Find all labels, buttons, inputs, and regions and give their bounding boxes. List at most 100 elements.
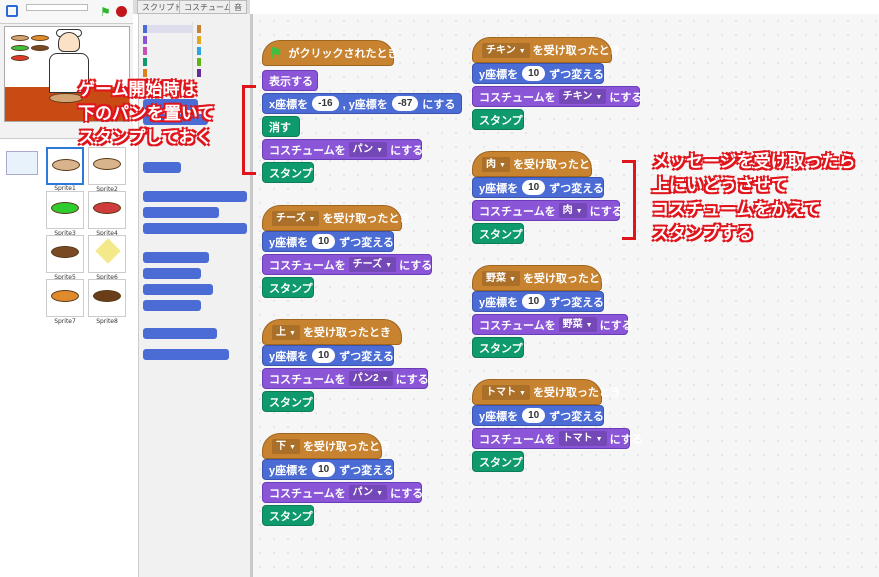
costume-dropdown[interactable]: 野菜 ▼ [558, 317, 597, 332]
block-label: ずつ変える [339, 350, 394, 363]
when-receive-block[interactable]: 上 ▼ を受け取ったとき [262, 319, 402, 345]
stamp-block[interactable]: スタンプ [472, 337, 524, 358]
when-receive-block[interactable]: 肉 ▼ を受け取ったとき [472, 151, 601, 177]
stamp-block[interactable]: スタンプ [262, 391, 314, 412]
costume-dropdown[interactable]: トマト ▼ [558, 431, 607, 446]
block-label: スタンプ [269, 396, 313, 409]
costume-dropdown[interactable]: チキン ▼ [558, 89, 607, 104]
palette-block[interactable] [143, 252, 209, 263]
category-more[interactable] [197, 69, 247, 77]
y-input[interactable]: -87 [391, 96, 419, 111]
sprite-thumb[interactable]: Sprite8 [88, 279, 126, 325]
change-y-block[interactable]: y座標を 10 ずつ変える [262, 459, 394, 480]
go-to-xy-block[interactable]: x座標を -16 , y座標を -87 にする [262, 93, 462, 114]
y-change-input[interactable]: 10 [522, 66, 546, 81]
category-looks[interactable] [143, 36, 192, 44]
stamp-block[interactable]: スタンプ [262, 162, 314, 183]
message-dropdown[interactable]: 下 ▼ [272, 438, 300, 454]
palette-block[interactable] [143, 162, 181, 173]
tab-sounds[interactable]: 音 [229, 0, 247, 14]
change-y-block[interactable]: y座標を 10 ずつ変える [472, 177, 604, 198]
change-y-block[interactable]: y座標を 10 ずつ変える [262, 345, 394, 366]
block-label: y座標を [479, 68, 519, 81]
message-dropdown[interactable]: チキン ▼ [482, 42, 530, 58]
stage-thumbnail[interactable] [6, 151, 38, 175]
stop-icon[interactable] [116, 6, 127, 17]
stamp-block[interactable]: スタンプ [472, 109, 524, 130]
y-change-input[interactable]: 10 [312, 234, 336, 249]
switch-costume-block[interactable]: コスチュームを トマト ▼ にする [472, 428, 643, 449]
show-block[interactable]: 表示する [262, 70, 318, 91]
palette-block[interactable] [143, 268, 201, 279]
when-receive-block[interactable]: 野菜 ▼ を受け取ったとき [472, 265, 611, 291]
when-receive-block[interactable]: トマト ▼ を受け取ったとき [472, 379, 621, 405]
switch-costume-block[interactable]: コスチュームを パン ▼ にする [262, 139, 423, 160]
category-sound[interactable] [143, 47, 192, 55]
fullscreen-icon[interactable] [6, 5, 18, 17]
switch-costume-block[interactable]: コスチュームを チキン ▼ にする [472, 86, 642, 107]
category-control[interactable] [197, 36, 247, 44]
editor-tabs: スクリプト コスチューム 音 [133, 0, 250, 14]
change-y-block[interactable]: y座標を 10 ずつ変える [472, 291, 604, 312]
switch-costume-block[interactable]: コスチュームを チーズ ▼ にする [262, 254, 432, 275]
palette-block[interactable] [143, 223, 247, 234]
clear-block[interactable]: 消す [262, 116, 300, 137]
stamp-block[interactable]: スタンプ [262, 277, 314, 298]
category-data[interactable] [143, 69, 192, 77]
message-dropdown[interactable]: トマト ▼ [482, 384, 530, 400]
project-title-input[interactable] [26, 4, 88, 11]
stamp-block[interactable]: スタンプ [472, 451, 524, 472]
green-flag-icon[interactable]: ⚑ [100, 5, 111, 19]
category-sensing[interactable] [197, 47, 247, 55]
costume-dropdown[interactable]: パン2 ▼ [348, 371, 393, 386]
sprite-thumb[interactable]: Sprite4 [88, 191, 126, 237]
switch-costume-block[interactable]: コスチュームを パン2 ▼ にする [262, 368, 429, 389]
when-flag-clicked-block[interactable]: ⚑ がクリックされたとき [262, 40, 398, 66]
sprite-thumb[interactable]: Sprite2 [88, 147, 126, 193]
stamp-block[interactable]: スタンプ [472, 223, 524, 244]
change-y-block[interactable]: y座標を 10 ずつ変える [472, 63, 604, 84]
category-motion[interactable] [143, 25, 192, 33]
x-input[interactable]: -16 [312, 96, 339, 111]
sprite-thumb[interactable]: Sprite7 [46, 279, 84, 325]
message-dropdown[interactable]: 肉 ▼ [482, 156, 510, 172]
category-events[interactable] [197, 25, 247, 33]
palette-block[interactable] [143, 207, 219, 218]
costume-dropdown[interactable]: 肉 ▼ [558, 203, 587, 218]
palette-block[interactable] [143, 284, 213, 295]
y-change-input[interactable]: 10 [522, 180, 546, 195]
sprite-thumb[interactable]: Sprite3 [46, 191, 84, 237]
switch-costume-block[interactable]: コスチュームを パン ▼ にする [262, 482, 423, 503]
block-label: ずつ変える [549, 68, 604, 81]
block-label: , y座標を [342, 98, 388, 111]
palette-block[interactable] [143, 349, 229, 360]
block-label: コスチュームを [479, 91, 556, 104]
costume-dropdown[interactable]: チーズ ▼ [348, 257, 397, 272]
sprite-thumb[interactable]: Sprite5 [46, 235, 84, 281]
palette-block[interactable] [143, 328, 217, 339]
y-change-input[interactable]: 10 [312, 348, 336, 363]
costume-dropdown[interactable]: パン ▼ [348, 142, 388, 157]
change-y-block[interactable]: y座標を 10 ずつ変える [262, 231, 394, 252]
when-receive-block[interactable]: 下 ▼ を受け取ったとき [262, 433, 391, 459]
y-change-input[interactable]: 10 [522, 408, 546, 423]
y-change-input[interactable]: 10 [312, 462, 336, 477]
stamp-block[interactable]: スタンプ [262, 505, 314, 526]
category-pen[interactable] [143, 58, 192, 66]
y-change-input[interactable]: 10 [522, 294, 546, 309]
palette-block[interactable] [143, 191, 247, 202]
when-receive-block[interactable]: チーズ ▼ を受け取ったとき [262, 205, 410, 231]
message-dropdown[interactable]: チーズ ▼ [272, 210, 320, 226]
sprite-thumb[interactable]: Sprite1 [46, 147, 84, 192]
palette-block[interactable] [143, 300, 201, 311]
switch-costume-block[interactable]: コスチュームを肉 ▼ にする [472, 200, 623, 221]
category-operators[interactable] [197, 58, 247, 66]
message-dropdown[interactable]: 野菜 ▼ [482, 270, 520, 286]
costume-dropdown[interactable]: パン ▼ [348, 485, 388, 500]
message-dropdown[interactable]: 上 ▼ [272, 324, 300, 340]
block-label: スタンプ [479, 114, 523, 127]
sprite-thumb[interactable]: Sprite6 [88, 235, 126, 281]
switch-costume-block[interactable]: コスチュームを 野菜 ▼ にする [472, 314, 633, 335]
change-y-block[interactable]: y座標を 10 ずつ変える [472, 405, 604, 426]
when-receive-block[interactable]: チキン ▼ を受け取ったとき [472, 37, 621, 63]
